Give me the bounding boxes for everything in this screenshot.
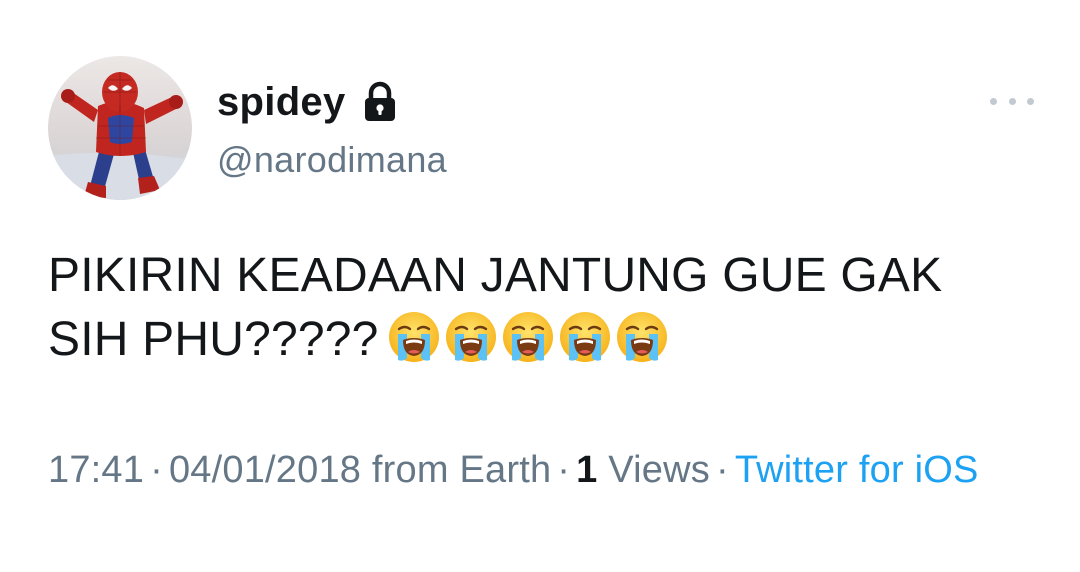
author-name-row: spidey — [217, 76, 398, 128]
loudly-crying-face-emoji — [387, 310, 441, 364]
source-link[interactable]: Twitter for iOS — [735, 449, 979, 491]
more-horizontal-icon-dot — [1008, 97, 1016, 105]
emoji-group — [387, 310, 672, 364]
separator: · — [557, 449, 571, 491]
more-horizontal-icon — [990, 97, 997, 105]
loudly-crying-face-emoji — [444, 310, 498, 364]
loudly-crying-face-emoji — [615, 310, 669, 364]
views-count: 1 — [576, 449, 598, 491]
display-name[interactable]: spidey — [217, 80, 346, 125]
tweet-text-line-2: SIH PHU????? — [48, 313, 379, 366]
tweet-time[interactable]: 17:41 — [48, 449, 144, 491]
tweet-location: from Earth — [371, 449, 552, 491]
loudly-crying-face-emoji — [501, 310, 555, 364]
lock-icon — [362, 81, 398, 123]
spiderman-avatar-icon — [48, 56, 192, 200]
separator: · — [715, 449, 729, 491]
tweet-card: spidey @narodimana PIKIRIN KEADAAN JANTU… — [0, 0, 1080, 572]
more-options-button[interactable] — [990, 88, 1034, 114]
loudly-crying-face-emoji — [558, 310, 612, 364]
author-handle[interactable]: @narodimana — [217, 139, 447, 181]
tweet-text: PIKIRIN KEADAAN JANTUNG GUE GAK SIH PHU?… — [48, 244, 1048, 372]
avatar[interactable] — [48, 56, 192, 200]
tweet-text-line-2-row: SIH PHU????? — [48, 308, 1048, 372]
views-label: Views — [608, 449, 710, 491]
separator: · — [150, 449, 163, 491]
tweet-meta: 17:41 · 04/01/2018 from Earth · 1 Views · Twit… — [48, 444, 1008, 496]
more-horizontal-icon-dot — [1027, 97, 1034, 105]
tweet-text-line-1: PIKIRIN KEADAAN JANTUNG GUE GAK — [48, 249, 943, 302]
tweet-date[interactable]: 04/01/2018 — [169, 449, 361, 491]
